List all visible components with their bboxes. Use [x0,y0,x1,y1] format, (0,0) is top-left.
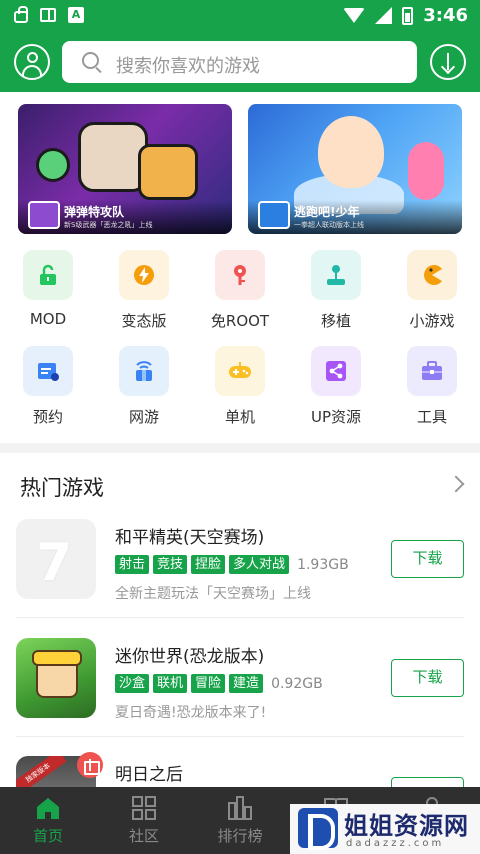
category-mod[interactable]: MOD [2,250,94,328]
watermark-logo-icon [298,808,338,850]
banner-subtitle: 一拳超人联动版本上线 [294,221,364,229]
game-tag: 联机 [153,674,188,693]
download-manager-button[interactable] [430,44,466,80]
list-divider [16,736,464,737]
banner-art [318,116,384,188]
banner-title: 弹弹特攻队 [64,205,125,219]
toolbox-icon [407,346,457,396]
nav-home[interactable]: 首页 [0,787,96,854]
category-label: 预约 [32,408,63,426]
banner-1[interactable]: 弹弹特攻队 新S级武器「恶龙之吼」上线 [18,104,232,234]
home-icon [35,795,61,821]
watermark-title: 姐姐资源网 [344,812,469,840]
game-name: 迷你世界(恐龙版本) [115,647,265,667]
nav-label: 社区 [128,827,159,845]
nav-label: 排行榜 [217,827,263,845]
network-icon [119,346,169,396]
game-item[interactable]: 7 和平精英(天空赛场) 射击 竞技 捏脸 多人对战 1.93GB 全新主题玩法… [0,519,480,639]
wifi-icon [343,8,366,23]
status-time: 3:46 [423,5,468,26]
game-description: 全新主题玩法「天空赛场」上线 [115,586,311,602]
a-icon: A [68,7,84,23]
game-name: 和平精英(天空赛场) [115,528,265,548]
lock-icon [14,6,28,23]
download-button[interactable]: 下载 [391,659,464,697]
banner-art [36,148,70,182]
game-tag: 建造 [229,674,264,693]
category-online[interactable]: 网游 [98,346,190,427]
key-icon [215,250,265,300]
chevron-right-icon[interactable] [447,475,465,493]
category-label: 免ROOT [210,312,270,330]
user-avatar-button[interactable] [14,44,50,80]
user-icon [27,52,38,63]
nav-ranking[interactable]: 排行榜 [192,787,288,854]
game-tag: 竞技 [153,555,188,574]
category-label: 工具 [416,408,447,426]
game-tag: 捏脸 [191,555,226,574]
game-tag: 多人对战 [229,555,290,574]
category-bt[interactable]: 变态版 [98,250,190,331]
section-divider [0,443,480,453]
gamepad-icon [215,346,265,396]
category-label: 小游戏 [409,312,455,330]
category-label: 单机 [224,408,255,426]
joystick-icon [311,250,361,300]
share-icon [311,346,361,396]
game-tag: 沙盒 [115,674,150,693]
category-minigame[interactable]: 小游戏 [386,250,478,331]
watermark-url: dadazzz.com [346,838,445,849]
banner-game-icon [28,201,60,229]
game-description: 夏日奇遇!恐龙版本来了! [115,705,267,721]
lightning-icon [119,250,169,300]
banner-subtitle: 新S级武器「恶龙之吼」上线 [64,221,153,229]
top-bar: A 3:46 搜索你喜欢的游戏 [0,0,480,92]
game-item[interactable]: 迷你世界(恐龙版本) 沙盒 联机 冒险 建造 0.92GB 夏日奇遇!恐龙版本来… [0,638,480,758]
game-size: 1.93GB [297,556,349,573]
game-icon: 7 [16,519,96,599]
banner-art [408,142,444,200]
list-divider [16,617,464,618]
category-offline[interactable]: 单机 [194,346,286,427]
game-tags: 沙盒 联机 冒险 建造 0.92GB [115,674,323,693]
watermark: 姐姐资源网 dadazzz.com [290,804,480,854]
nav-label: 首页 [32,827,63,845]
banner-2[interactable]: 逃跑吧!少年 一拳超人联动版本上线 [248,104,462,234]
game-size: 0.92GB [271,675,323,692]
category-reserve[interactable]: 预约 [2,346,94,427]
category-label: MOD [29,310,67,328]
game-icon [16,638,96,718]
unlock-icon [23,250,73,300]
calendar-icon [23,346,73,396]
book-icon [40,8,56,22]
section-title: 热门游戏 [20,476,104,500]
category-label: UP资源 [310,408,362,426]
download-button[interactable]: 下载 [391,540,464,578]
category-port[interactable]: 移植 [290,250,382,331]
category-label: 变态版 [121,312,167,330]
category-up-resources[interactable]: UP资源 [290,346,382,427]
banner-game-icon [258,201,290,229]
game-tags: 射击 竞技 捏脸 多人对战 1.93GB [115,555,349,574]
game-tag: 冒险 [191,674,226,693]
category-label: 网游 [128,408,159,426]
category-tools[interactable]: 工具 [386,346,478,427]
grid-icon [131,795,157,821]
banner-title: 逃跑吧!少年 [294,205,360,219]
game-tag: 射击 [115,555,150,574]
nav-community[interactable]: 社区 [96,787,192,854]
category-label: 移植 [320,312,351,330]
game-name: 明日之后 [115,765,183,785]
category-noroot[interactable]: 免ROOT [194,250,286,331]
search-icon [82,52,99,69]
signal-icon [375,7,393,24]
battery-icon [402,6,414,25]
banner-art [138,144,198,200]
pacman-icon [407,250,457,300]
search-placeholder: 搜索你喜欢的游戏 [116,56,260,77]
gift-icon [77,752,103,778]
search-input[interactable]: 搜索你喜欢的游戏 [62,41,417,83]
status-bar: A 3:46 [0,0,480,32]
ranking-icon [227,795,253,821]
